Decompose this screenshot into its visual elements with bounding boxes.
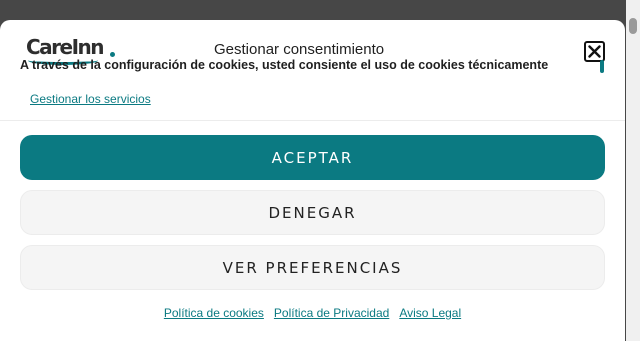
cookie-consent-modal: CareInn Gestionar consentimiento A travé… bbox=[0, 20, 625, 341]
legal-notice-link[interactable]: Aviso Legal bbox=[399, 306, 461, 320]
message-scrollbar[interactable] bbox=[600, 60, 604, 73]
consent-message: A través de la configuración de cookies,… bbox=[20, 58, 549, 72]
footer-links: Política de cookies Política de Privacid… bbox=[0, 306, 625, 320]
modal-title: Gestionar consentimiento bbox=[214, 41, 385, 58]
page-scrollbar[interactable] bbox=[626, 0, 640, 341]
manage-services-link[interactable]: Gestionar los servicios bbox=[30, 92, 151, 106]
accept-button[interactable]: ACEPTAR bbox=[20, 135, 605, 180]
cookie-policy-link[interactable]: Política de cookies bbox=[164, 306, 264, 320]
modal-header: CareInn Gestionar consentimiento A travé… bbox=[0, 20, 625, 121]
view-preferences-button[interactable]: VER PREFERENCIAS bbox=[20, 245, 605, 290]
page-scrollbar-thumb[interactable] bbox=[629, 18, 637, 34]
close-button[interactable] bbox=[584, 41, 605, 62]
deny-button[interactable]: DENEGAR bbox=[20, 190, 605, 235]
privacy-policy-link[interactable]: Política de Privacidad bbox=[274, 306, 389, 320]
close-icon bbox=[588, 45, 601, 58]
logo-dot bbox=[110, 52, 115, 57]
